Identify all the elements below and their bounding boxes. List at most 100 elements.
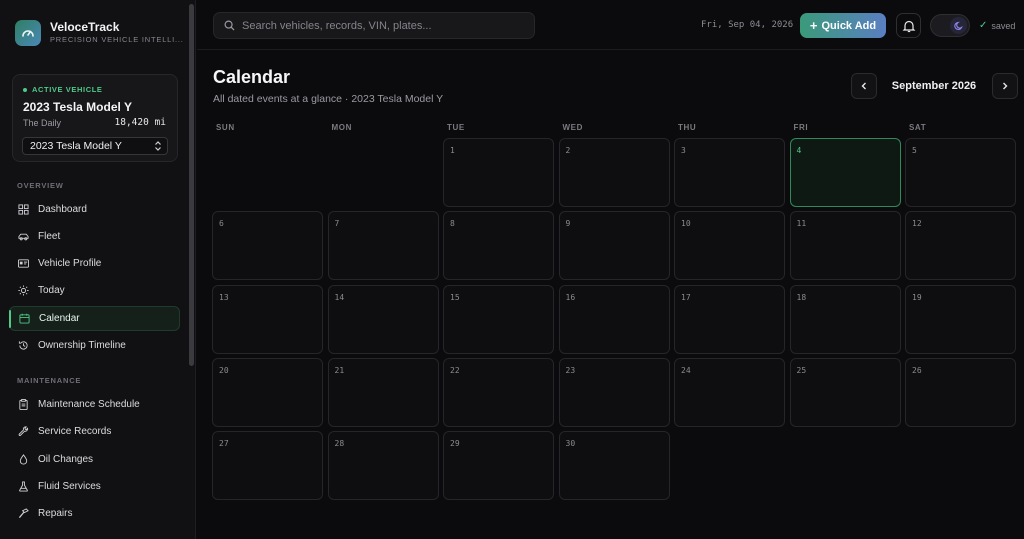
select-caret-icon — [154, 140, 162, 157]
sidebar-item-label: Dashboard — [38, 204, 87, 215]
calendar-day[interactable]: 27 — [212, 431, 323, 501]
search-box[interactable] — [213, 12, 535, 39]
day-number: 16 — [565, 292, 576, 302]
speedometer-icon — [15, 20, 41, 46]
day-number: 7 — [334, 219, 340, 229]
calendar-day[interactable]: 5 — [905, 138, 1016, 207]
vehicle-select[interactable]: 2023 Tesla Model Y — [22, 137, 168, 155]
calendar-day[interactable]: 13 — [212, 284, 323, 354]
calendar-day[interactable]: 23 — [558, 357, 670, 427]
brand-tagline: PRECISION VEHICLE INTELLI... — [50, 35, 184, 44]
status-dot-icon — [23, 87, 27, 92]
active-vehicle-card: ACTIVE VEHICLE 2023 Tesla Model Y The Da… — [12, 74, 178, 162]
calendar-day[interactable]: 22 — [443, 357, 554, 427]
calendar-day[interactable]: 11 — [789, 211, 901, 281]
calendar-day[interactable]: 12 — [905, 211, 1016, 281]
prev-month-button[interactable] — [851, 73, 877, 99]
theme-knob — [950, 17, 967, 34]
sidebar-scrollbar[interactable] — [189, 4, 194, 366]
sidebar-item-calendar[interactable]: Calendar — [9, 306, 180, 331]
calendar-day[interactable]: 7 — [327, 211, 439, 281]
wrench-icon — [18, 426, 29, 436]
day-number: 20 — [219, 365, 229, 375]
calendar-day[interactable]: 16 — [558, 284, 670, 354]
day-number: 30 — [565, 439, 576, 449]
sidebar-item-label: Oil Changes — [38, 454, 94, 465]
sidebar-item-label: Service Records — [38, 426, 112, 437]
calendar-day[interactable]: 20 — [212, 357, 323, 427]
calendar-day[interactable]: 17 — [674, 284, 785, 354]
calendar-day[interactable]: 25 — [789, 357, 901, 427]
calendar-day[interactable]: 30 — [558, 431, 670, 501]
sidebar-item-fleet[interactable]: Fleet — [9, 224, 180, 249]
hammer-icon — [18, 508, 29, 519]
sidebar-item-label: Vehicle Profile — [38, 258, 102, 269]
sidebar-item-fluid-services[interactable]: Fluid Services — [9, 474, 180, 499]
active-vehicle-label: ACTIVE VEHICLE — [23, 85, 103, 94]
sidebar-item-vehicle-profile[interactable]: Vehicle Profile — [9, 251, 180, 276]
day-number: 10 — [681, 219, 691, 229]
calendar-day[interactable]: 29 — [443, 431, 554, 501]
calendar-day[interactable]: 19 — [905, 284, 1016, 354]
calendar-day[interactable]: 24 — [674, 357, 785, 427]
section-maintenance: MAINTENANCE — [17, 376, 82, 385]
bell-icon — [902, 20, 915, 32]
calendar-day[interactable]: 1 — [443, 138, 554, 207]
calendar-day[interactable]: 26 — [905, 357, 1016, 427]
theme-toggle[interactable] — [930, 14, 970, 37]
sidebar-item-label: Repairs — [38, 508, 73, 519]
day-number: 13 — [219, 292, 229, 302]
next-month-button[interactable] — [992, 73, 1018, 99]
calendar-day-today[interactable]: 4 — [789, 138, 901, 207]
vehicle-mileage: 18,420 mi — [114, 117, 166, 128]
day-number: 26 — [912, 365, 922, 375]
day-number: 2 — [565, 146, 571, 155]
month-label: September 2026 — [891, 80, 977, 92]
day-number: 17 — [681, 292, 691, 302]
day-number: 27 — [219, 439, 229, 449]
id-card-icon — [18, 259, 29, 268]
weekday-label: SUN — [216, 123, 235, 132]
sidebar-item-ownership-timeline[interactable]: Ownership Timeline — [9, 333, 180, 358]
calendar-day[interactable]: 10 — [674, 211, 785, 281]
sidebar-item-repairs[interactable]: Repairs — [9, 501, 180, 526]
current-date: Fri, Sep 04, 2026 — [701, 20, 794, 30]
brand[interactable]: VeloceTrack PRECISION VEHICLE INTELLI... — [15, 20, 184, 46]
page-title: Calendar — [213, 67, 291, 87]
calendar-day[interactable]: 3 — [674, 138, 785, 207]
calendar-day[interactable]: 18 — [789, 284, 901, 354]
vehicle-select-value: 2023 Tesla Model Y — [30, 140, 122, 152]
sidebar-item-dashboard[interactable]: Dashboard — [9, 197, 180, 222]
day-number: 23 — [565, 365, 576, 375]
sidebar-item-service-records[interactable]: Service Records — [9, 419, 180, 444]
search-input[interactable] — [242, 19, 522, 32]
flask-icon — [19, 481, 28, 492]
day-number: 11 — [796, 219, 807, 229]
quick-add-button[interactable]: + Quick Add — [800, 13, 886, 38]
vehicle-nickname: The Daily — [23, 118, 62, 128]
sidebar-item-maintenance-schedule[interactable]: Maintenance Schedule — [9, 392, 180, 417]
calendar-day[interactable]: 8 — [443, 211, 554, 281]
history-icon — [18, 341, 28, 350]
calendar-grid: 1 2 3 4 5 6 7 8 9 10 11 12 13 14 15 16 17 18 19 20 21 22 23 24 2… — [212, 138, 1024, 501]
calendar-day[interactable]: 14 — [327, 284, 439, 354]
calendar-day[interactable]: 6 — [212, 211, 323, 281]
grid-icon — [18, 204, 29, 215]
calendar-day[interactable]: 21 — [327, 357, 439, 427]
chevron-right-icon — [1003, 82, 1008, 90]
sidebar-item-oil-changes[interactable]: Oil Changes — [9, 447, 180, 472]
plus-icon: + — [809, 18, 818, 33]
clipboard-icon — [19, 399, 28, 410]
sidebar-item-today[interactable]: Today — [9, 278, 180, 303]
notifications-button[interactable] — [896, 13, 921, 38]
day-number: 3 — [681, 146, 686, 155]
calendar-day[interactable]: 28 — [327, 431, 439, 501]
calendar-day[interactable]: 15 — [443, 284, 554, 354]
day-number: 4 — [796, 146, 802, 155]
calendar-day[interactable]: 2 — [558, 138, 670, 207]
calendar-day[interactable]: 9 — [558, 211, 670, 281]
weekday-label: WED — [562, 123, 583, 132]
weekday-label: TUE — [447, 123, 465, 132]
weekday-label: FRI — [793, 123, 809, 132]
chevron-left-icon — [861, 82, 866, 90]
